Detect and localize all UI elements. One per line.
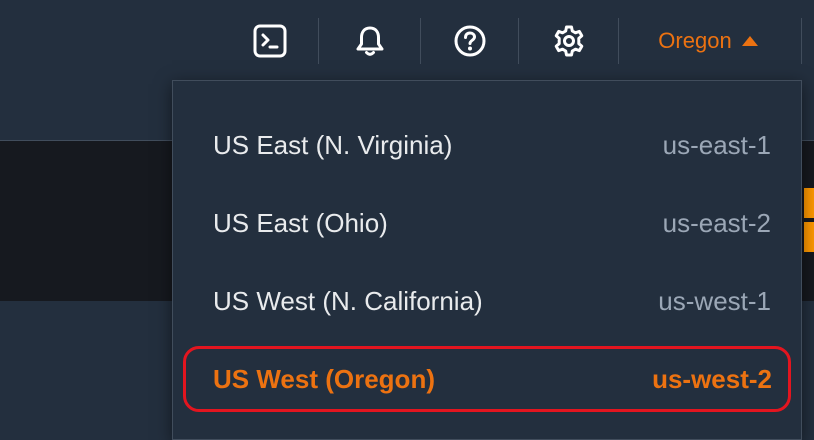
help-icon: [453, 24, 487, 58]
region-option-us-east-1[interactable]: US East (N. Virginia) us-east-1: [183, 114, 791, 176]
orange-button-edge[interactable]: [804, 222, 814, 252]
nav-divider: [420, 18, 421, 64]
region-option-us-west-1[interactable]: US West (N. California) us-west-1: [183, 270, 791, 332]
cloudshell-button[interactable]: [248, 18, 292, 64]
region-selector-label: Oregon: [658, 28, 732, 53]
region-selector-button[interactable]: Oregon: [640, 18, 776, 64]
nav-divider: [618, 18, 619, 64]
region-option-code: us-west-1: [658, 285, 771, 316]
region-dropdown-menu: US East (N. Virginia) us-east-1 US East …: [172, 80, 802, 440]
caret-up-icon: [741, 36, 758, 46]
region-option-name: US East (Ohio): [213, 207, 388, 238]
bell-icon: [353, 24, 387, 58]
region-option-us-east-2[interactable]: US East (Ohio) us-east-2: [183, 192, 791, 254]
help-button[interactable]: [448, 18, 492, 64]
region-option-code: us-east-2: [662, 207, 771, 238]
region-option-name: US West (Oregon): [213, 363, 435, 394]
nav-divider: [518, 18, 519, 64]
region-option-code: us-east-1: [662, 129, 771, 160]
orange-button-edge[interactable]: [804, 188, 814, 218]
terminal-icon: [253, 24, 287, 58]
nav-divider: [318, 18, 319, 64]
console-page: Oregon US East (N. Virginia) us-east-1 U…: [0, 0, 814, 440]
settings-button[interactable]: [547, 18, 591, 64]
region-option-name: US East (N. Virginia): [213, 129, 453, 160]
notifications-button[interactable]: [348, 18, 392, 64]
gear-icon: [552, 24, 586, 58]
nav-divider: [801, 18, 802, 64]
region-option-code: us-west-2: [652, 363, 772, 394]
region-option-us-west-2[interactable]: US West (Oregon) us-west-2: [183, 346, 791, 412]
region-option-name: US West (N. California): [213, 285, 483, 316]
top-navigation-bar: Oregon: [0, 0, 814, 82]
